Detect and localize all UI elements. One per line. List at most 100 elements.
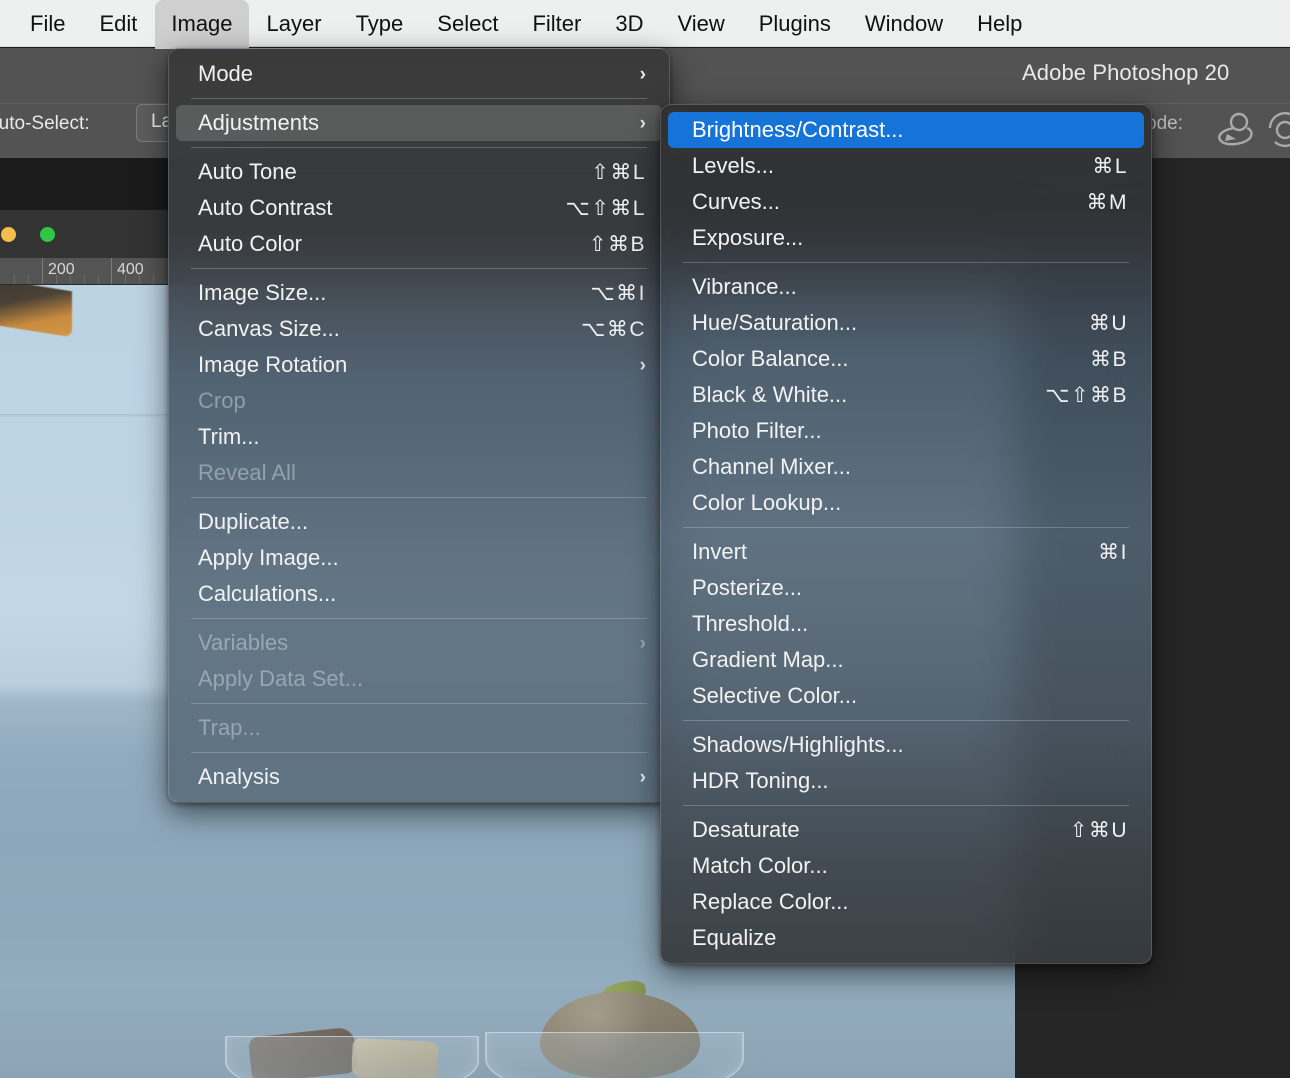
image-menu[interactable]: Mode › Adjustments › Auto Tone ⇧⌘L Auto Contra…: [168, 48, 670, 803]
menu-item-label: Apply Image...: [198, 545, 339, 570]
menu-item-label: Posterize...: [692, 575, 803, 600]
menu-item-replace-color[interactable]: Replace Color...: [668, 884, 1144, 920]
menu-item-hue-saturation[interactable]: Hue/Saturation... ⌘U: [668, 305, 1144, 341]
menu-item-auto-contrast[interactable]: Auto Contrast ⌥⇧⌘L: [176, 190, 662, 226]
menu-item-adjustments[interactable]: Adjustments ›: [176, 105, 662, 141]
menu-item-invert[interactable]: Invert ⌘I: [668, 534, 1144, 570]
menu-item-variables: Variables ›: [176, 625, 662, 661]
menu-item-curves[interactable]: Curves... ⌘M: [668, 184, 1144, 220]
menu-item-label: Trap...: [198, 715, 261, 740]
menu-item-hdr-toning[interactable]: HDR Toning...: [668, 763, 1144, 799]
menu-item-image-rotation[interactable]: Image Rotation ›: [176, 347, 662, 383]
menu-item-threshold[interactable]: Threshold...: [668, 606, 1144, 642]
menu-item-label: Curves...: [692, 189, 781, 214]
menu-item-brightness-contrast[interactable]: Brightness/Contrast...: [668, 112, 1144, 148]
menu-item-auto-tone[interactable]: Auto Tone ⇧⌘L: [176, 154, 662, 190]
menu-item-label: Equalize: [692, 925, 777, 950]
menu-item-label: Crop: [198, 388, 246, 413]
chevron-right-icon: ›: [639, 632, 646, 654]
menu-item-shortcut: ⌘L: [1092, 154, 1128, 178]
menu-item-desaturate[interactable]: Desaturate ⇧⌘U: [668, 812, 1144, 848]
menu-item-label: Hue/Saturation...: [692, 310, 858, 335]
menu-item-label: Duplicate...: [198, 509, 309, 534]
menu-item-equalize[interactable]: Equalize: [668, 920, 1144, 956]
menubar-item-window[interactable]: Window: [849, 5, 959, 43]
chevron-right-icon: ›: [639, 766, 646, 788]
menu-item-shortcut: ⌥⇧⌘L: [565, 196, 646, 220]
menu-item-label: Shadows/Highlights...: [692, 732, 904, 757]
menu-item-label: Levels...: [692, 153, 774, 178]
menubar-item-help[interactable]: Help: [961, 5, 1038, 43]
menu-item-color-lookup[interactable]: Color Lookup...: [668, 485, 1144, 521]
menu-item-auto-color[interactable]: Auto Color ⇧⌘B: [176, 226, 662, 262]
menu-item-shadows-highlights[interactable]: Shadows/Highlights...: [668, 727, 1144, 763]
menu-item-image-size[interactable]: Image Size... ⌥⌘I: [176, 275, 662, 311]
menu-separator: [683, 527, 1129, 528]
menu-item-calculations[interactable]: Calculations...: [176, 576, 662, 612]
menubar-item-layer[interactable]: Layer: [251, 5, 338, 43]
menu-item-shortcut: ⇧⌘B: [588, 232, 646, 256]
menubar-item-file[interactable]: File: [14, 5, 81, 43]
menu-item-label: Match Color...: [692, 853, 828, 878]
menu-bar: File Edit Image Layer Type Select Filter 3D View…: [0, 0, 1290, 49]
menu-item-shortcut: ⌥⌘I: [590, 281, 646, 305]
menu-item-label: Brightness/Contrast...: [692, 117, 904, 142]
menubar-item-select[interactable]: Select: [421, 5, 514, 43]
menu-item-shortcut: ⌘B: [1089, 347, 1128, 371]
menu-item-black-white[interactable]: Black & White... ⌥⇧⌘B: [668, 377, 1144, 413]
menu-item-label: Auto Color: [198, 231, 302, 256]
3d-rotate-icon[interactable]: [1212, 108, 1256, 153]
menu-item-gradient-map[interactable]: Gradient Map...: [668, 642, 1144, 678]
menu-item-analysis[interactable]: Analysis ›: [176, 759, 662, 795]
menu-item-exposure[interactable]: Exposure...: [668, 220, 1144, 256]
menu-item-shortcut: ⌘U: [1088, 311, 1128, 335]
menubar-item-filter[interactable]: Filter: [516, 5, 597, 43]
menu-item-selective-color[interactable]: Selective Color...: [668, 678, 1144, 714]
menu-item-shortcut: ⇧⌘U: [1069, 818, 1128, 842]
auto-select-label: Auto-Select:: [0, 113, 90, 134]
menu-item-label: Selective Color...: [692, 683, 858, 708]
menu-item-photo-filter[interactable]: Photo Filter...: [668, 413, 1144, 449]
menu-item-label: Image Rotation: [198, 352, 348, 377]
menu-item-posterize[interactable]: Posterize...: [668, 570, 1144, 606]
menu-item-label: Threshold...: [692, 611, 809, 636]
menu-item-levels[interactable]: Levels... ⌘L: [668, 148, 1144, 184]
menu-item-duplicate[interactable]: Duplicate...: [176, 504, 662, 540]
menu-item-label: Trim...: [198, 424, 260, 449]
menu-separator: [683, 805, 1129, 806]
chevron-right-icon: ›: [639, 63, 646, 85]
zoom-button[interactable]: [40, 227, 55, 242]
menu-separator: [683, 262, 1129, 263]
menu-item-match-color[interactable]: Match Color...: [668, 848, 1144, 884]
menu-item-trim[interactable]: Trim...: [176, 419, 662, 455]
adjustments-submenu[interactable]: Brightness/Contrast... Levels... ⌘L Curves.…: [660, 104, 1152, 964]
menu-item-label: Invert: [692, 539, 748, 564]
menu-item-label: HDR Toning...: [692, 768, 829, 793]
menu-item-label: Desaturate: [692, 817, 800, 842]
menu-item-shortcut: ⌘M: [1086, 190, 1128, 214]
menu-item-channel-mixer[interactable]: Channel Mixer...: [668, 449, 1144, 485]
menu-separator: [191, 98, 647, 99]
menu-item-trap: Trap...: [176, 710, 662, 746]
menu-item-vibrance[interactable]: Vibrance...: [668, 269, 1144, 305]
menu-item-apply-image[interactable]: Apply Image...: [176, 540, 662, 576]
menubar-item-plugins[interactable]: Plugins: [743, 5, 847, 43]
menubar-item-type[interactable]: Type: [340, 5, 420, 43]
3d-roll-icon[interactable]: [1263, 108, 1290, 153]
menubar-item-edit[interactable]: Edit: [83, 5, 153, 43]
menubar-item-view[interactable]: View: [661, 5, 740, 43]
glass-bowl-left: [225, 1036, 479, 1078]
menu-separator: [191, 752, 647, 753]
menu-separator: [191, 703, 647, 704]
menu-item-label: Color Lookup...: [692, 490, 842, 515]
menu-item-canvas-size[interactable]: Canvas Size... ⌥⌘C: [176, 311, 662, 347]
menu-item-shortcut: ⇧⌘L: [591, 160, 646, 184]
menu-item-mode[interactable]: Mode ›: [176, 56, 662, 92]
menu-item-color-balance[interactable]: Color Balance... ⌘B: [668, 341, 1144, 377]
photoshop-window: 200 400 Adobe Photoshop 20 Auto-Select: …: [0, 0, 1290, 1078]
menu-item-label: Photo Filter...: [692, 418, 822, 443]
minimize-button[interactable]: [1, 227, 16, 242]
menubar-item-3d[interactable]: 3D: [599, 5, 659, 43]
menubar-item-image[interactable]: Image: [155, 0, 249, 49]
menu-separator: [191, 268, 647, 269]
